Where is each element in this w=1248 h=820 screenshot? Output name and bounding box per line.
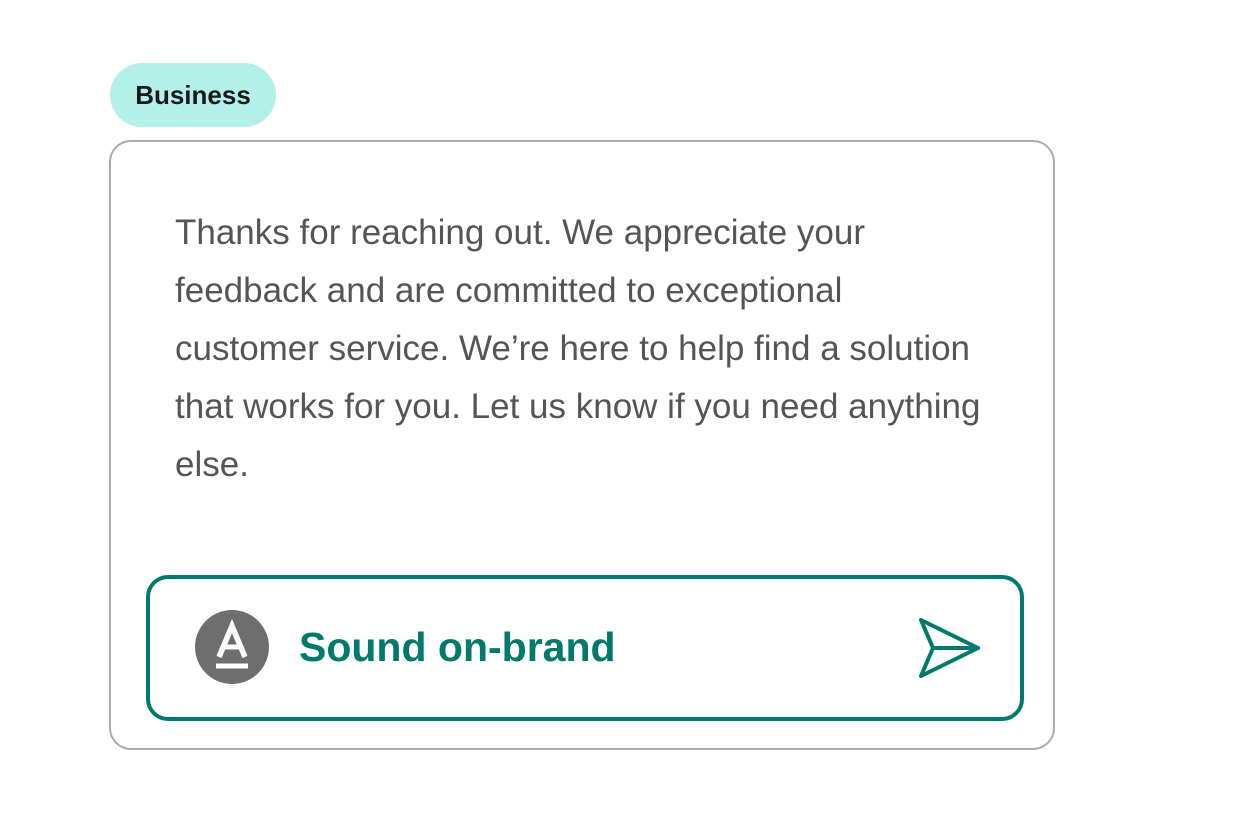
message-text: Thanks for reaching out. We appreciate y… <box>175 213 981 484</box>
message-card: Thanks for reaching out. We appreciate y… <box>109 140 1055 750</box>
a-logo-icon <box>195 610 269 684</box>
sound-on-brand-button[interactable]: Sound on-brand <box>146 575 1024 721</box>
action-label: Sound on-brand <box>299 624 616 670</box>
send-icon[interactable] <box>916 615 982 681</box>
category-badge-label: Business <box>135 79 251 110</box>
category-badge: Business <box>110 63 276 127</box>
